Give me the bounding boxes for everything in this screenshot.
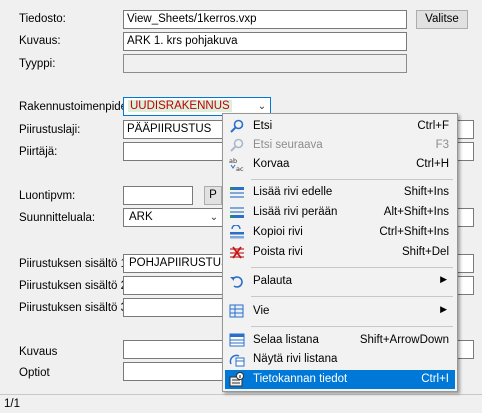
insert-row-below-icon [230,207,244,218]
menu-item-tietokannan-tiedot[interactable]: Tietokannan tiedot Ctrl+I [225,370,455,389]
menu-item-shortcut: Ctrl+I [421,373,449,385]
copy-row-icon [230,225,244,239]
menu-item-shortcut: Shift+ArrowDown [359,334,449,346]
svg-text:ac: ac [236,165,244,172]
search-next-icon [230,138,244,152]
menu-item-etsi[interactable]: Etsi Ctrl+F [225,117,455,136]
context-menu: Etsi Ctrl+F Etsi seuraava F3 ab ac Korva… [222,113,458,392]
piirustuslaji-field-edge [458,120,474,139]
show-row-list-icon [229,354,245,367]
menu-separator [251,296,453,297]
menu-item-selaa-listana[interactable]: Selaa listana Shift+ArrowDown [225,331,455,350]
sisalto2-field[interactable] [123,276,223,295]
menu-item-korvaa[interactable]: ab ac Korvaa Ctrl+H [225,155,455,174]
tiedosto-field[interactable]: View_Sheets/1kerros.vxp [123,10,407,29]
menu-item-shortcut: Ctrl+F [417,120,449,132]
piirtaja-label: Piirtäjä: [19,146,58,158]
rakennustoimenpide-label: Rakennustoimenpide: [19,101,131,113]
kuvaus2-field-edge [458,340,474,359]
kuvaus-label: Kuvaus: [19,35,61,47]
menu-item-shortcut: Ctrl+Shift+Ins [379,226,449,238]
piirtaja-field[interactable] [123,142,223,161]
menu-item-nayta-rivi-listana[interactable]: Näytä rivi listana [225,350,455,369]
export-icon [229,304,244,318]
sisalto3-field[interactable] [123,298,223,317]
optiot-field[interactable] [123,362,223,381]
menu-item-label: Vie [253,305,270,317]
luontipvm-picker-button[interactable]: P [204,186,222,205]
menu-item-shortcut: Alt+Shift+Ins [383,206,449,218]
suunnitteluala-combo[interactable]: ARK ⌄ [123,208,223,227]
menu-item-lisaa-edelle[interactable]: Lisää rivi edelle Shift+Ins [225,183,455,202]
menu-item-label: Kopioi rivi [253,226,303,238]
menu-item-kopioi-rivi[interactable]: Kopioi rivi Ctrl+Shift+Ins [225,223,455,242]
sisalto2-field-edge [458,276,474,295]
insert-row-above-icon [230,187,244,198]
menu-item-vie[interactable]: Vie ▶ [225,302,455,321]
sisalto1-field-edge [458,254,474,273]
menu-separator [251,326,453,327]
sisalto1-field[interactable]: POHJAPIIRUSTUS [123,254,223,273]
menu-item-label: Korvaa [253,158,290,170]
chevron-down-icon[interactable]: ⌄ [206,209,222,226]
menu-item-palauta[interactable]: Palauta ▶ [225,272,455,291]
kuvaus-field[interactable]: ARK 1. krs pohjakuva [123,32,407,51]
suunnitteluala-value: ARK [129,211,153,223]
menu-item-shortcut: Shift+Del [402,246,449,258]
undo-icon [230,276,243,288]
menu-item-shortcut: Shift+Ins [403,186,449,198]
menu-item-label: Etsi [253,120,273,132]
sisalto1-label: Piirustuksen sisältö 1: [19,258,131,270]
menu-item-label: Näytä rivi listana [253,353,338,365]
valitse-button[interactable]: Valitse [416,10,468,29]
status-bar: 1/1 [0,394,482,413]
sisalto3-label: Piirustuksen sisältö 3: [19,302,131,314]
sisalto2-label: Piirustuksen sisältö 2: [19,280,131,292]
kuvaus2-field[interactable] [123,340,223,359]
record-counter: 1/1 [4,398,20,410]
menu-item-label: Poista rivi [253,246,303,258]
suunnitteluala-label: Suunnitteluala: [19,212,96,224]
rakennustoimenpide-value: UUDISRAKENNUS [128,100,232,112]
menu-item-poista-rivi[interactable]: Poista rivi Shift+Del [225,243,455,262]
piirustuslaji-field[interactable]: PÄÄPIIRUSTUS [123,120,223,139]
menu-item-shortcut: F3 [435,139,449,151]
tyyppi-label: Tyyppi: [19,58,56,70]
luontipvm-label: Luontipvm: [19,190,76,202]
submenu-arrow-icon: ▶ [440,274,447,284]
menu-item-label: Palauta [253,275,293,287]
suunnitteluala-field-edge [458,208,474,227]
tiedosto-label: Tiedosto: [19,13,66,25]
menu-item-label: Tietokannan tiedot [253,373,348,385]
delete-row-icon [230,246,244,259]
menu-item-label: Lisää rivi edelle [253,186,333,198]
tyyppi-field [123,54,407,73]
menu-item-label: Selaa listana [253,334,319,346]
menu-separator [251,267,453,268]
piirustuslaji-label: Piirustuslaji: [19,124,81,136]
menu-item-label: Lisää rivi perään [253,206,338,218]
list-view-icon [229,333,245,347]
submenu-arrow-icon: ▶ [440,304,447,314]
kuvaus2-label: Kuvaus [19,346,58,358]
menu-item-etsi-seuraava[interactable]: Etsi seuraava F3 [225,136,455,155]
menu-item-lisaa-peraan[interactable]: Lisää rivi perään Alt+Shift+Ins [225,203,455,222]
menu-item-shortcut: Ctrl+H [416,158,449,170]
piirtaja-field-edge [458,142,474,161]
optiot-label: Optiot [19,367,50,379]
menu-separator [251,179,453,180]
luontipvm-field[interactable] [123,186,193,205]
menu-item-label: Etsi seuraava [253,139,323,151]
search-icon [230,119,244,133]
replace-icon: ab ac [229,157,244,172]
database-info-icon [229,372,244,387]
svg-text:ab: ab [229,157,237,165]
